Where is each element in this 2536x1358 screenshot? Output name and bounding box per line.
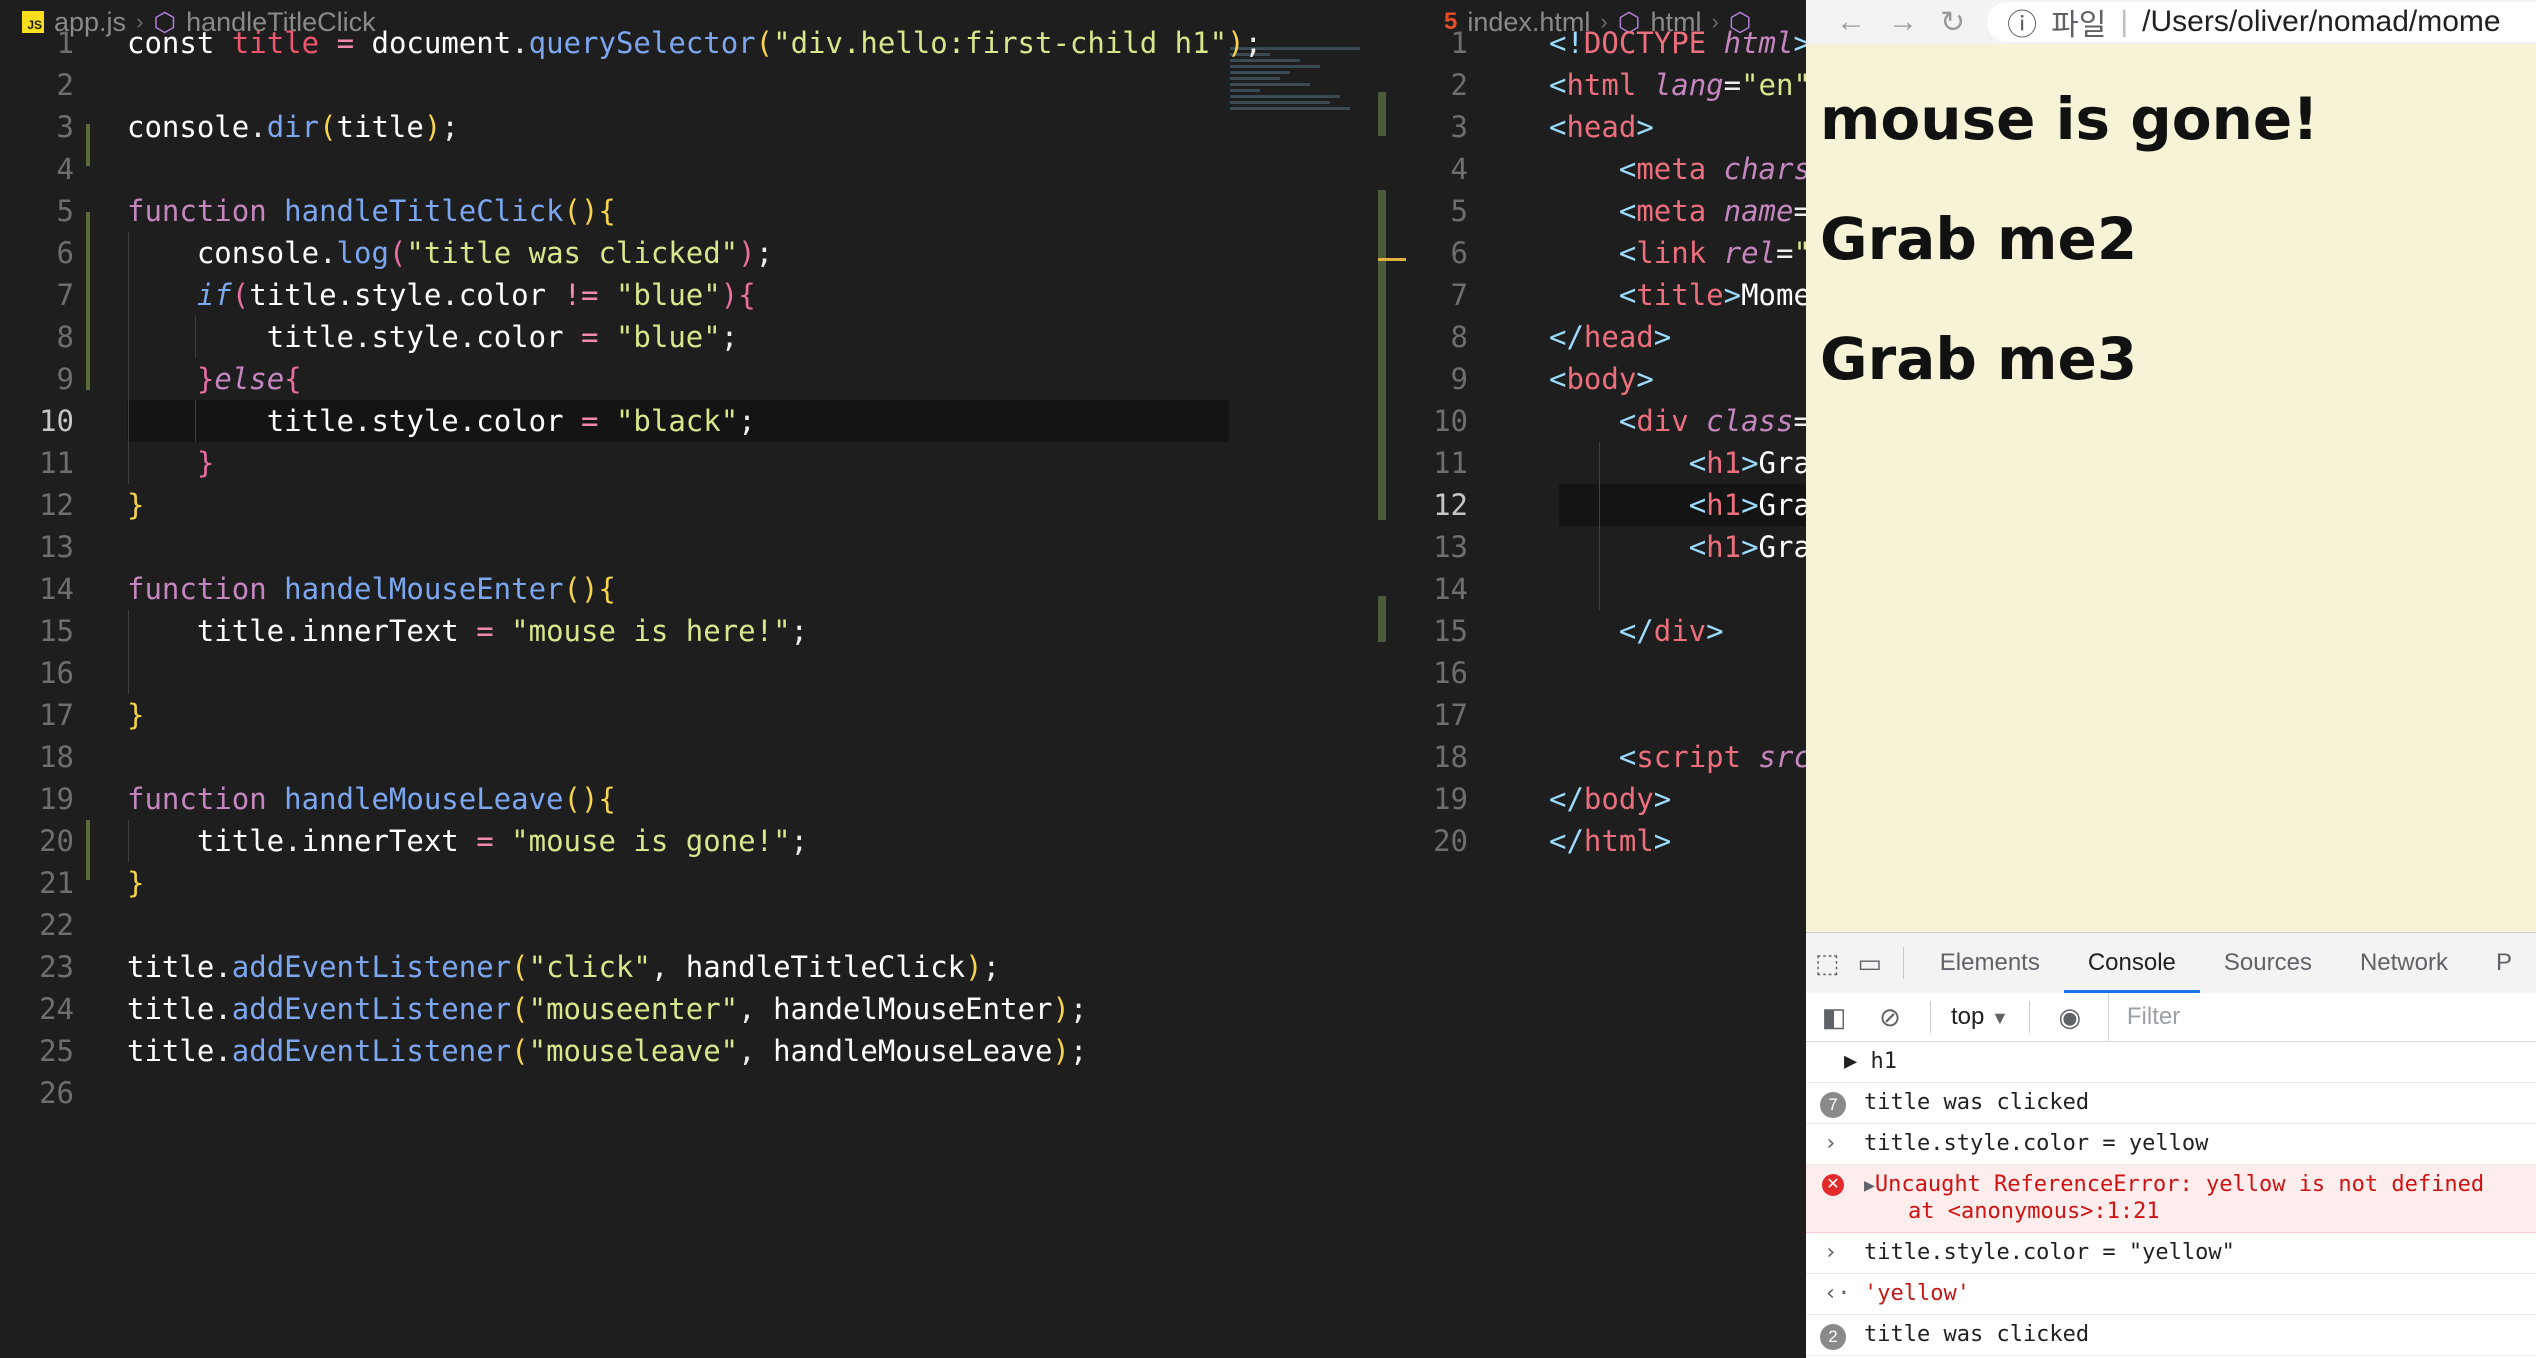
tab-elements[interactable]: Elements [1916, 933, 2064, 993]
input-prompt-icon: › [1824, 1240, 1838, 1265]
code-line: 14 function handelMouseEnter(){ [39, 572, 616, 606]
info-icon[interactable]: ⓘ [2007, 0, 2037, 44]
code-line: 5 <meta name= [1450, 194, 1806, 228]
app-js-editor[interactable]: JS app.js › ⬡ handleTitleClick 1 const ti… [0, 0, 1406, 1358]
code-line: 15 </div> [1433, 614, 1724, 648]
input-prompt-icon: › [1824, 1131, 1838, 1156]
code-line: 6 <link rel=" [1450, 236, 1806, 270]
repeat-count-badge: 2 [1820, 1324, 1846, 1350]
code-line: 26 [39, 1076, 74, 1110]
console-result: ‹· 'yellow' [1806, 1274, 2536, 1315]
code-line: 13 [39, 530, 74, 564]
device-toolbar-icon[interactable]: ▭ [1849, 948, 1892, 979]
code-line: 23 title.addEventListener("click", handle… [39, 950, 1001, 984]
tab-more[interactable]: P [2472, 933, 2536, 993]
inspect-element-icon[interactable]: ⬚ [1806, 948, 1849, 979]
code-line: 8 </head> [1450, 320, 1672, 354]
code-line: 11 <h1>Gra [1406, 442, 1806, 484]
code-line: 9 <body> [1450, 362, 1654, 396]
code-line: 6 console.log("title was clicked"); [0, 232, 1406, 274]
code-line: 16 [0, 652, 1406, 694]
address-url[interactable]: /Users/oliver/nomad/mome [2142, 5, 2500, 39]
code-line: 10 <div class= [1433, 404, 1806, 438]
code-line: 18 [39, 740, 74, 774]
console-message: 2 title was clicked [1806, 1315, 2536, 1356]
code-line: 17} [39, 698, 145, 732]
live-expression-eye-icon[interactable]: ◉ [2042, 1002, 2098, 1033]
reload-icon[interactable]: ↻ [1940, 5, 1965, 40]
code-line: 2 [56, 68, 74, 102]
code-line: 7 <title>Mome [1450, 278, 1806, 312]
page-heading-1[interactable]: mouse is gone! [1820, 84, 2536, 154]
repeat-count-badge: 7 [1820, 1092, 1846, 1118]
code-line: 4 [56, 152, 74, 186]
code-line: 20 </html> [1433, 824, 1672, 858]
code-line: 20 title.innerText = "mouse is gone!"; [0, 820, 1406, 862]
code-line: 17 [1433, 698, 1468, 732]
code-line: 3 <head> [1450, 110, 1654, 144]
page-heading-3[interactable]: Grab me3 [1820, 324, 2536, 394]
code-line: 2 <html lang="en" [1450, 68, 1806, 102]
console-output[interactable]: ▶ h1 7 title was clicked › title.style.c… [1806, 1042, 2536, 1358]
code-line-current: 10 title.style.color = "black"; [0, 400, 1406, 442]
address-divider: | [2120, 5, 2129, 38]
console-error[interactable]: ✕ ▶Uncaught ReferenceError: yellow is no… [1806, 1165, 2536, 1233]
index-html-editor[interactable]: 5 index.html › ⬡ html › ⬡ 1 <!DOCTYPE htm… [1406, 0, 1806, 1358]
expand-triangle-icon: ▶ [1864, 1175, 1875, 1196]
code-line: 13 <h1>Gra [1406, 526, 1806, 568]
result-arrow-icon: ‹· [1824, 1281, 1851, 1306]
console-filter-input[interactable]: Filter [2107, 993, 2536, 1041]
code-line: 12} [39, 488, 145, 522]
tab-network[interactable]: Network [2336, 933, 2472, 993]
page-content: mouse is gone! Grab me2 Grab me3 [1806, 44, 2536, 932]
code-line: 4 <meta charse [1450, 152, 1806, 186]
address-scheme: 파일 [2051, 9, 2107, 42]
error-icon: ✕ [1822, 1174, 1844, 1196]
code-line: 11 } [0, 442, 1406, 484]
code-line: 5 function handleTitleClick(){ [56, 194, 616, 228]
code-line: 19 function handleMouseLeave(){ [39, 782, 616, 816]
code-line: 21} [39, 866, 145, 900]
code-line: 16 [1433, 656, 1468, 690]
divider [2028, 1001, 2030, 1033]
forward-icon[interactable]: → [1888, 5, 1918, 39]
divider [1930, 1001, 1931, 1033]
code-line: 19 </body> [1433, 782, 1672, 816]
back-icon[interactable]: ← [1836, 5, 1866, 39]
code-line: 18 <script src= [1433, 740, 1806, 774]
tab-console[interactable]: Console [2063, 933, 2200, 993]
code-line: 8 title.style.color = "blue"; [0, 316, 1406, 358]
code-line: 9 }else{ [0, 358, 1406, 400]
console-message[interactable]: ▶ h1 [1806, 1042, 2536, 1083]
code-line: 1 <!DOCTYPE html> [1450, 26, 1806, 60]
clear-console-icon[interactable]: ⊘ [1862, 1002, 1918, 1033]
devtools-tabbar: ⬚ ▭ Elements Console Sources Network P [1806, 932, 2536, 994]
tab-sources[interactable]: Sources [2200, 933, 2336, 993]
context-select[interactable]: top ▼ [1943, 1003, 2017, 1031]
code-line: 1 const title = document.querySelector("d… [56, 26, 1262, 60]
page-heading-2[interactable]: Grab me2 [1820, 204, 2536, 274]
dropdown-arrow-icon: ▼ [1991, 1008, 2009, 1028]
console-message: 7 title was clicked [1806, 1083, 2536, 1124]
code-line: 22 [39, 908, 74, 942]
console-input-echo: › title.style.color = "yellow" [1806, 1233, 2536, 1274]
browser-toolbar: ← → ↻ ⓘ 파일 | /Users/oliver/nomad/mome [1806, 0, 2536, 45]
browser-window[interactable]: ← → ↻ ⓘ 파일 | /Users/oliver/nomad/mome mo… [1806, 0, 2536, 1358]
code-area[interactable]: 1 <!DOCTYPE html> 2 <html lang="en" 3 <head… [1406, 22, 1806, 862]
code-line: 14 [1406, 568, 1806, 610]
code-line: 7 if(title.style.color != "blue"){ [0, 274, 1406, 316]
console-input-echo: › title.style.color = yellow [1806, 1124, 2536, 1165]
code-line: 3 console.dir(title); [56, 110, 459, 144]
code-line: 24 title.addEventListener("mouseenter", h… [39, 992, 1088, 1026]
code-area[interactable]: 1 const title = document.querySelector("d… [0, 22, 1406, 1114]
code-line: 12 <h1>Gra [1406, 484, 1806, 526]
code-line: 15 title.innerText = "mouse is here!"; [0, 610, 1406, 652]
address-bar[interactable]: ⓘ 파일 | /Users/oliver/nomad/mome [1987, 2, 2536, 42]
sidebar-toggle-icon[interactable]: ◧ [1806, 1002, 1862, 1033]
console-toolbar: ◧ ⊘ top ▼ ◉ Filter [1806, 993, 2536, 1042]
code-line: 25 title.addEventListener("mouseleave", h… [39, 1034, 1088, 1068]
divider [1903, 947, 1904, 979]
